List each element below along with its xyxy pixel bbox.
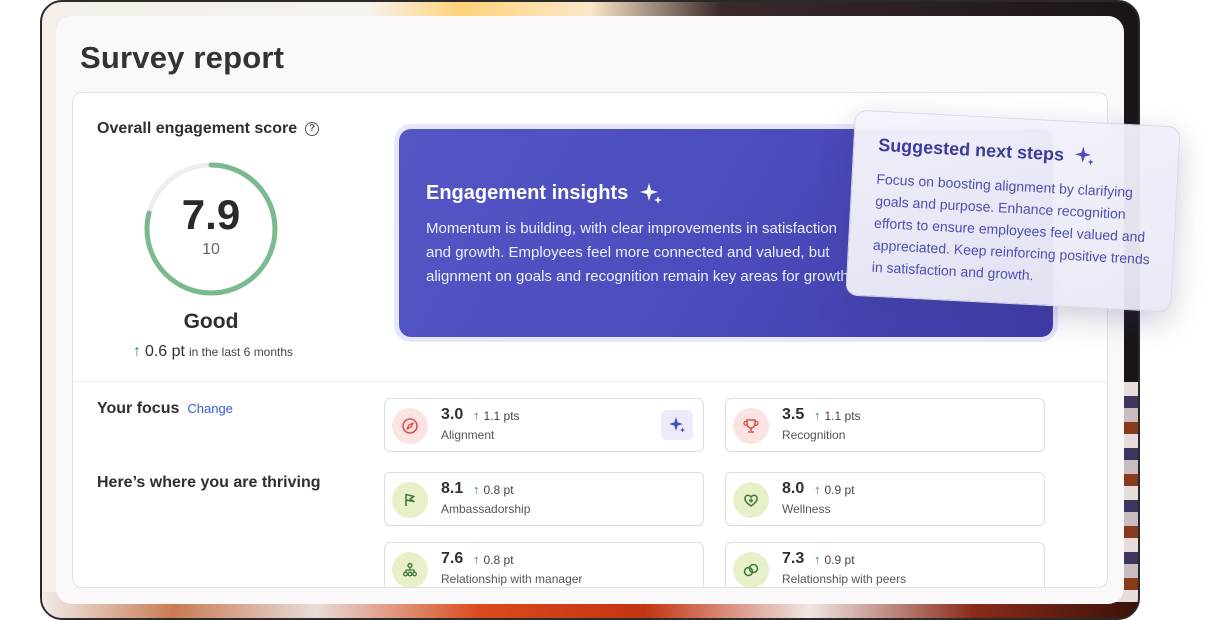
- next-steps-heading: Suggested next steps: [878, 134, 1097, 167]
- next-steps-title: Suggested next steps: [877, 134, 1065, 165]
- metric-delta: ↑ 1.1 pts: [473, 408, 520, 423]
- metric-delta: ↑ 0.9 pt: [814, 482, 855, 497]
- metric-card-wellness[interactable]: 8.0 ↑ 0.9 pt Wellness: [725, 472, 1045, 526]
- thriving-label: Here’s where you are thriving: [97, 474, 321, 491]
- trophy-icon: [733, 408, 769, 444]
- metric-delta-value: 0.8 pt: [483, 552, 514, 567]
- metric-name: Alignment: [441, 428, 495, 442]
- metric-name: Ambassadorship: [441, 502, 531, 516]
- flag-icon: [392, 482, 428, 518]
- metric-card-alignment[interactable]: 3.0 ↑ 1.1 pts Alignment: [384, 398, 704, 452]
- score-change: ↑ 0.6 pt in the last 6 months: [113, 343, 313, 361]
- arrow-up-icon: ↑: [814, 552, 821, 567]
- metric-value: 8.0: [782, 480, 805, 497]
- metric-delta: ↑ 1.1 pts: [814, 408, 861, 423]
- focus-label: Your focus: [97, 400, 180, 417]
- compass-icon: [392, 408, 428, 444]
- suggested-next-steps-card: Suggested next steps Focus on boosting a…: [845, 109, 1181, 313]
- metric-delta-value: 0.8 pt: [483, 482, 514, 497]
- focus-heading: Your focus Change: [97, 400, 233, 418]
- arrow-up-icon: ↑: [814, 408, 821, 423]
- ai-sparkle-button[interactable]: [661, 410, 693, 440]
- arrow-up-icon: ↑: [473, 408, 480, 423]
- metric-value: 8.1: [441, 480, 464, 497]
- score-heading: Overall engagement score ?: [97, 120, 320, 138]
- metric-value: 7.6: [441, 550, 464, 567]
- team-icon: [392, 552, 428, 587]
- arrow-up-icon: ↑: [473, 552, 480, 567]
- insights-heading: Engagement insights: [426, 180, 664, 206]
- score-label: Good: [183, 310, 239, 333]
- score-value: 7.9: [181, 191, 241, 238]
- score-change-text: in the last 6 months: [188, 345, 294, 359]
- metric-delta-value: 1.1 pts: [824, 408, 861, 423]
- thriving-heading: Here’s where you are thriving: [97, 474, 320, 492]
- metric-card-recognition[interactable]: 3.5 ↑ 1.1 pts Recognition: [725, 398, 1045, 452]
- score-max: 10: [202, 241, 220, 258]
- metric-name: Wellness: [782, 502, 831, 516]
- metric-card-ambassadorship[interactable]: 8.1 ↑ 0.8 pt Ambassadorship: [384, 472, 704, 526]
- metric-value: 3.5: [782, 406, 805, 423]
- metric-card-relationship-manager[interactable]: 7.6 ↑ 0.8 pt Relationship with manager: [384, 542, 704, 587]
- metric-delta-value: 0.9 pt: [824, 482, 855, 497]
- sparkle-icon: [1075, 146, 1094, 165]
- insights-body: Momentum is building, with clear improve…: [426, 220, 853, 285]
- metric-value: 3.0: [441, 406, 464, 423]
- arrow-up-icon: ↑: [473, 482, 480, 497]
- next-steps-body: Focus on boosting alignment by clarifyin…: [871, 170, 1151, 284]
- link-icon: [733, 552, 769, 587]
- score-title: Overall engagement score: [97, 120, 298, 137]
- metric-delta-value: 0.9 pt: [824, 552, 855, 567]
- page-title: Survey report: [80, 40, 285, 75]
- help-icon[interactable]: ?: [305, 122, 320, 136]
- metric-delta: ↑ 0.8 pt: [473, 482, 514, 497]
- metric-name: Relationship with manager: [441, 572, 583, 586]
- metric-delta: ↑ 0.8 pt: [473, 552, 514, 567]
- sparkle-icon: [669, 417, 685, 433]
- sparkle-icon: [640, 183, 663, 204]
- metric-name: Relationship with peers: [782, 572, 907, 586]
- insights-title: Engagement insights: [426, 181, 629, 204]
- metric-delta: ↑ 0.9 pt: [814, 552, 855, 567]
- metric-value: 7.3: [782, 550, 805, 567]
- metric-name: Recognition: [782, 428, 846, 442]
- arrow-up-icon: ↑: [132, 343, 141, 360]
- section-divider: [73, 381, 1107, 382]
- metric-delta-value: 1.1 pts: [483, 408, 520, 423]
- arrow-up-icon: ↑: [814, 482, 821, 497]
- change-focus-link[interactable]: Change: [187, 401, 233, 416]
- metric-card-relationship-peers[interactable]: 7.3 ↑ 0.9 pt Relationship with peers: [725, 542, 1045, 587]
- heart-plus-icon: [733, 482, 769, 518]
- score-change-value: 0.6 pt: [144, 343, 185, 360]
